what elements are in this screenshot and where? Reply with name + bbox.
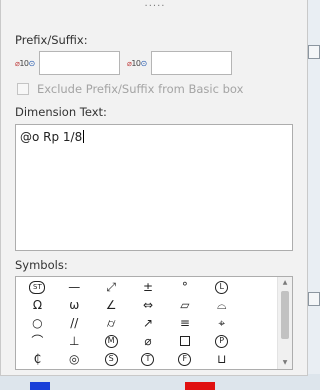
perpendicularity-symbol-icon[interactable]: ⊥ xyxy=(56,332,93,350)
symbol-glyph: ⇔ xyxy=(142,298,154,312)
symbols-scrollbar[interactable]: ▲ ▼ xyxy=(277,277,292,369)
parallelism-symbol-icon[interactable]: // xyxy=(56,314,93,332)
prefix-input[interactable] xyxy=(39,51,120,75)
dimension-text-icon: ⌀10⊙ xyxy=(127,58,147,68)
concentricity-symbol-icon[interactable]: ◎ xyxy=(56,350,93,368)
dimension-text-value: @o Rp 1/8 xyxy=(20,130,83,144)
exclude-prefix-suffix-label: Exclude Prefix/Suffix from Basic box xyxy=(37,82,244,96)
dimension-text-icon: ⌀10⊙ xyxy=(15,58,35,68)
background-side-strip xyxy=(306,0,320,390)
maximum-material-condition-symbol-icon[interactable]: M xyxy=(93,332,130,350)
dimension-text-label: Dimension Text: xyxy=(15,105,107,119)
projected-tolerance-zone-symbol-icon[interactable]: P xyxy=(203,332,240,350)
tangent-plane-symbol-icon[interactable]: T xyxy=(130,350,167,368)
symbol-glyph: ⌖ xyxy=(218,316,226,330)
between-symbol-icon[interactable]: ⇔ xyxy=(130,296,167,314)
blank-symbol-icon xyxy=(240,350,277,368)
symbols-grid: ST — ⤢ ± ° L Ωω ∠ ⇔ ▱ ⌓ ○//⌭ ↗ ≡ ⌖ ⌒ ⊥ M ⌀ P ₵ ◎ S T F ⊔ xyxy=(19,278,277,368)
regardless-of-feature-size-symbol-icon[interactable]: S xyxy=(93,350,130,368)
blank-symbol-icon xyxy=(240,332,277,350)
diameter-symbol-icon[interactable]: ⌀ xyxy=(130,332,167,350)
symbol-glyph: ⊔ xyxy=(217,352,227,366)
square-symbol-icon[interactable] xyxy=(166,332,203,350)
background-marker xyxy=(308,292,320,306)
symbols-label: Symbols: xyxy=(15,258,68,272)
symbol-glyph: ∠ xyxy=(105,298,117,312)
symbol-glyph: ± xyxy=(142,280,154,294)
symbol-glyph: Ω xyxy=(32,298,42,312)
symbol-glyph: ⌒ xyxy=(31,334,44,348)
circularity-symbol-icon[interactable]: ○ xyxy=(19,314,56,332)
scroll-thumb[interactable] xyxy=(281,291,289,339)
counterbore-symbol-icon[interactable]: ⊔ xyxy=(203,350,240,368)
dimension-properties-panel: ····· Prefix/Suffix: ⌀10⊙ ⌀10⊙ Exclude P… xyxy=(0,0,308,376)
symbol-glyph: ° xyxy=(181,280,188,294)
symbol-glyph: ω xyxy=(69,298,80,312)
symbol-glyph: F xyxy=(178,352,192,366)
symbol-glyph: M xyxy=(104,334,118,348)
prefix-suffix-row: ⌀10⊙ ⌀10⊙ xyxy=(15,51,232,75)
centerline-symbol-icon[interactable]: ₵ xyxy=(19,350,56,368)
blue-indicator xyxy=(30,382,50,390)
circular-runout-symbol-icon[interactable]: ↗ xyxy=(130,314,167,332)
symbol-glyph: S xyxy=(104,352,118,366)
text-caret xyxy=(83,130,85,143)
blank-symbol-icon xyxy=(240,296,277,314)
dimension-text-area[interactable]: @o Rp 1/8 xyxy=(15,124,293,251)
symbol-glyph: P xyxy=(215,334,229,348)
blank-symbol-icon xyxy=(240,314,277,332)
symbol-glyph: ○ xyxy=(32,316,43,330)
statistical-tolerance-symbol-icon[interactable]: ST xyxy=(19,278,56,296)
degree-symbol-icon[interactable]: ° xyxy=(166,278,203,296)
cylindricity-symbol-icon[interactable]: ⌭ xyxy=(93,314,130,332)
symbol-glyph: ↗ xyxy=(142,316,154,330)
exclude-prefix-suffix-option[interactable]: Exclude Prefix/Suffix from Basic box xyxy=(17,82,243,96)
background-bottom-strip xyxy=(0,374,320,390)
straightness-symbol-icon[interactable]: — xyxy=(56,278,93,296)
free-state-symbol-icon[interactable]: F xyxy=(166,350,203,368)
omega-symbol-icon[interactable]: Ω xyxy=(19,296,56,314)
symmetry-symbol-icon[interactable]: ≡ xyxy=(166,314,203,332)
symbol-glyph: ⌀ xyxy=(144,334,152,348)
symbol-glyph: ⊥ xyxy=(69,334,80,348)
least-material-condition-symbol-icon[interactable]: L xyxy=(203,278,240,296)
red-indicator xyxy=(185,382,215,390)
blank-symbol-icon xyxy=(240,278,277,296)
profile-of-surface-symbol-icon[interactable]: ⌓ xyxy=(203,296,240,314)
symbol-glyph: ≡ xyxy=(179,316,190,330)
scroll-up-arrow[interactable]: ▲ xyxy=(278,277,292,289)
position-symbol-icon[interactable]: ⌖ xyxy=(203,314,240,332)
symbol-glyph xyxy=(179,336,190,346)
symbol-glyph: L xyxy=(215,280,229,294)
symbol-glyph: ◎ xyxy=(69,352,80,366)
symbol-glyph: ⌓ xyxy=(216,298,227,312)
symbol-glyph: T xyxy=(141,352,155,366)
scroll-down-arrow[interactable]: ▼ xyxy=(278,357,292,369)
symbol-glyph: ST xyxy=(29,280,46,294)
plus-minus-symbol-icon[interactable]: ± xyxy=(130,278,167,296)
symbol-glyph: ⤢ xyxy=(106,280,116,294)
total-runout-symbol-icon[interactable]: ⤢ xyxy=(93,278,130,296)
symbols-list: ST — ⤢ ± ° L Ωω ∠ ⇔ ▱ ⌓ ○//⌭ ↗ ≡ ⌖ ⌒ ⊥ M ⌀ P ₵ ◎ S T F ⊔ ▲ ▼ xyxy=(15,276,293,370)
symbol-glyph: // xyxy=(70,316,79,330)
angularity-symbol-icon[interactable]: ∠ xyxy=(93,296,130,314)
symbol-glyph: ▱ xyxy=(180,298,190,312)
prefix-suffix-label: Prefix/Suffix: xyxy=(15,33,88,47)
flatness-symbol-icon[interactable]: ▱ xyxy=(166,296,203,314)
symbol-glyph: — xyxy=(68,280,81,294)
drag-grip[interactable]: ····· xyxy=(1,2,309,12)
exclude-prefix-suffix-checkbox[interactable] xyxy=(17,83,29,95)
background-marker xyxy=(308,45,320,59)
symbol-glyph: ⌭ xyxy=(106,316,116,330)
symbol-glyph: ₵ xyxy=(33,352,42,366)
suffix-input[interactable] xyxy=(151,51,232,75)
profile-of-line-symbol-icon[interactable]: ⌒ xyxy=(19,332,56,350)
small-omega-symbol-icon[interactable]: ω xyxy=(56,296,93,314)
